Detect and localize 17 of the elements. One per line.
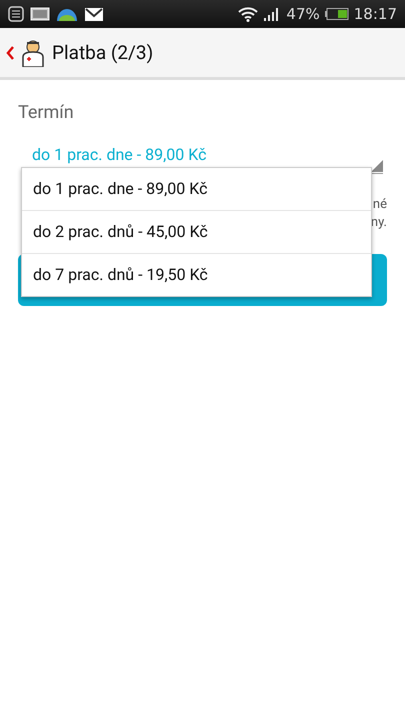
dropdown-option[interactable]: do 7 prac. dnů - 19,50 Kč	[22, 253, 371, 296]
battery-icon	[324, 8, 349, 20]
dropdown-option[interactable]: do 2 prac. dnů - 45,00 Kč	[22, 210, 371, 253]
person-icon	[20, 38, 46, 66]
dropdown-triangle-icon	[371, 160, 383, 172]
note-text: né	[372, 196, 387, 214]
back-icon[interactable]	[6, 46, 14, 60]
note-text: ny.	[370, 214, 387, 232]
globe-icon	[56, 7, 78, 21]
mail-icon	[84, 6, 104, 22]
field-label: Termín	[18, 102, 75, 123]
wifi-icon	[238, 6, 258, 22]
clock: 18:17	[354, 5, 397, 23]
image-icon	[30, 7, 50, 21]
battery-percent: 47%	[286, 5, 320, 23]
screen-title: Platba (2/3)	[52, 41, 154, 64]
notification-icon	[8, 6, 24, 22]
